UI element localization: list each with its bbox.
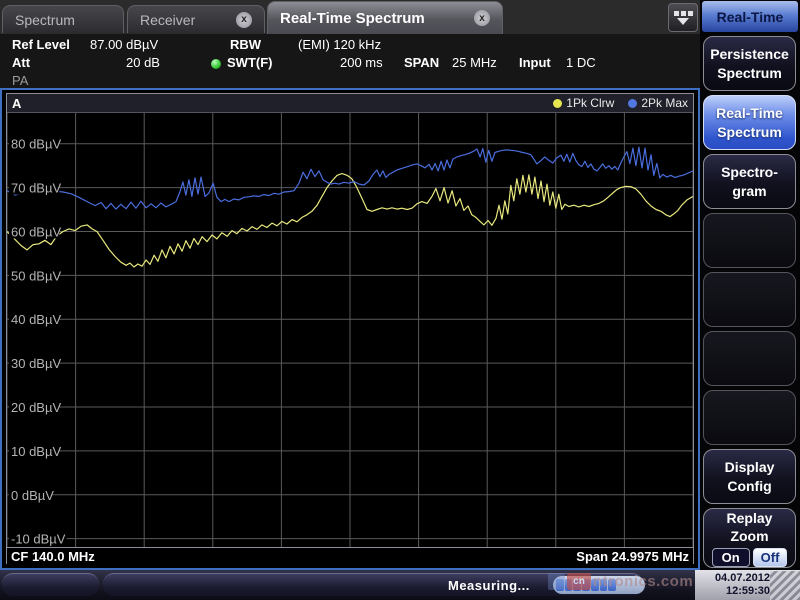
date-text: 04.07.2012: [695, 572, 770, 585]
rbw-value[interactable]: (EMI) 120 kHz: [298, 37, 381, 52]
progress-segment: [608, 579, 616, 591]
softkey-replay-zoom[interactable]: Replay Zoom On Off: [703, 508, 796, 568]
tab-bar: Spectrum Receiver x Real-Time Spectrum x: [0, 0, 700, 34]
progress-segment: [565, 579, 573, 591]
trace1-label: 1Pk Clrw: [566, 96, 614, 110]
progress-segment: [634, 579, 642, 591]
svg-text:10 dBµV: 10 dBµV: [11, 444, 61, 459]
softkey-menu-title: Real-Time: [702, 1, 798, 32]
sweep-progress-bar: [553, 576, 645, 594]
tab-label: Real-Time Spectrum: [280, 10, 425, 27]
svg-text:80 dBµV: 80 dBµV: [11, 137, 61, 152]
window-name: A: [12, 96, 21, 111]
span-value[interactable]: 25 MHz: [452, 55, 497, 70]
window-layout-icon[interactable]: [668, 3, 698, 32]
center-frequency[interactable]: CF 140.0 MHz: [11, 549, 95, 564]
settings-header: Ref Level 87.00 dBµV RBW (EMI) 120 kHz A…: [0, 34, 700, 88]
ref-level-value[interactable]: 87.00 dBµV: [90, 37, 158, 52]
replay-zoom-on[interactable]: On: [712, 548, 750, 567]
progress-segment: [617, 579, 625, 591]
status-pill-left: [2, 573, 99, 596]
replay-zoom-toggle: On Off: [712, 548, 788, 567]
softkey-empty-3: [703, 331, 796, 386]
span-readout[interactable]: Span 24.9975 MHz: [576, 549, 689, 564]
svg-text:60 dBµV: 60 dBµV: [11, 224, 61, 239]
rbw-label: RBW: [230, 37, 261, 52]
progress-segment: [556, 579, 564, 591]
tab-receiver[interactable]: Receiver x: [127, 5, 265, 33]
softkey-display-config[interactable]: Display Config: [703, 449, 796, 504]
measurement-area: A 1Pk Clrw 2Pk Max 80 dBµV 70 dBµV 60 dBµV…: [0, 88, 700, 570]
input-label: Input: [519, 55, 551, 70]
svg-text:-10 dBµV: -10 dBµV: [11, 532, 66, 547]
softkey-persistence-spectrum[interactable]: Persistence Spectrum: [703, 36, 796, 91]
layout-squares: [674, 11, 693, 16]
resize-grip-icon: [770, 571, 800, 600]
tab-label: Spectrum: [15, 12, 75, 28]
softkey-real-time-spectrum[interactable]: Real-Time Spectrum: [703, 95, 796, 150]
softkey-empty-1: [703, 213, 796, 268]
measuring-status: Measuring...: [448, 578, 530, 593]
replay-zoom-label: Replay Zoom: [706, 509, 793, 545]
progress-segment: [573, 579, 581, 591]
trace-legend: 1Pk Clrw 2Pk Max: [553, 96, 688, 110]
svg-text:20 dBµV: 20 dBµV: [11, 400, 61, 415]
progress-segment: [600, 579, 608, 591]
svg-text:0 dBµV: 0 dBµV: [11, 488, 54, 503]
svg-text:40 dBµV: 40 dBµV: [11, 312, 61, 327]
transducer-label: PA: [12, 73, 28, 88]
tab-spectrum[interactable]: Spectrum: [2, 5, 124, 33]
close-icon[interactable]: x: [474, 10, 490, 26]
softkey-sidebar: Real-Time Persistence Spectrum Real-Time…: [700, 0, 800, 600]
replay-zoom-off[interactable]: Off: [753, 548, 788, 567]
frequency-footer: CF 140.0 MHz Span 24.9975 MHz: [7, 547, 693, 564]
trace1-dot-icon: [553, 99, 562, 108]
trace2-label: 2Pk Max: [641, 96, 688, 110]
tab-label: Receiver: [140, 12, 195, 28]
att-value[interactable]: 20 dB: [126, 55, 160, 70]
softkey-spectrogram[interactable]: Spectro- gram: [703, 154, 796, 209]
input-value[interactable]: 1 DC: [566, 55, 596, 70]
window-title-bar[interactable]: A 1Pk Clrw 2Pk Max: [7, 94, 693, 113]
swt-value[interactable]: 200 ms: [340, 55, 383, 70]
ref-level-label: Ref Level: [12, 37, 70, 52]
spectrum-plot[interactable]: 80 dBµV 70 dBµV 60 dBµV 50 dBµV 40 dBµV 30 dB…: [7, 113, 693, 547]
span-label: SPAN: [404, 55, 439, 70]
time-text: 12:59:30: [695, 585, 770, 598]
status-bar: Measuring...: [0, 570, 800, 600]
att-label: Att: [12, 55, 30, 70]
swt-label: SWT(F): [227, 55, 272, 70]
close-icon[interactable]: x: [236, 12, 252, 28]
svg-text:70 dBµV: 70 dBµV: [11, 181, 61, 196]
sweep-led-icon: [211, 59, 221, 69]
legend-trace2: 2Pk Max: [628, 96, 688, 110]
softkey-empty-2: [703, 272, 796, 327]
tab-real-time-spectrum[interactable]: Real-Time Spectrum x: [267, 1, 503, 34]
chevron-down-icon: [677, 18, 689, 25]
progress-segment: [626, 579, 634, 591]
progress-segment: [591, 579, 599, 591]
progress-segment: [582, 579, 590, 591]
trace2-dot-icon: [628, 99, 637, 108]
analyzer-screen: Spectrum Receiver x Real-Time Spectrum x…: [0, 0, 800, 600]
svg-text:30 dBµV: 30 dBµV: [11, 356, 61, 371]
svg-text:50 dBµV: 50 dBµV: [11, 268, 61, 283]
legend-trace1: 1Pk Clrw: [553, 96, 614, 110]
spectrum-window: A 1Pk Clrw 2Pk Max 80 dBµV 70 dBµV 60 dBµV…: [6, 93, 694, 564]
softkey-empty-4: [703, 390, 796, 445]
